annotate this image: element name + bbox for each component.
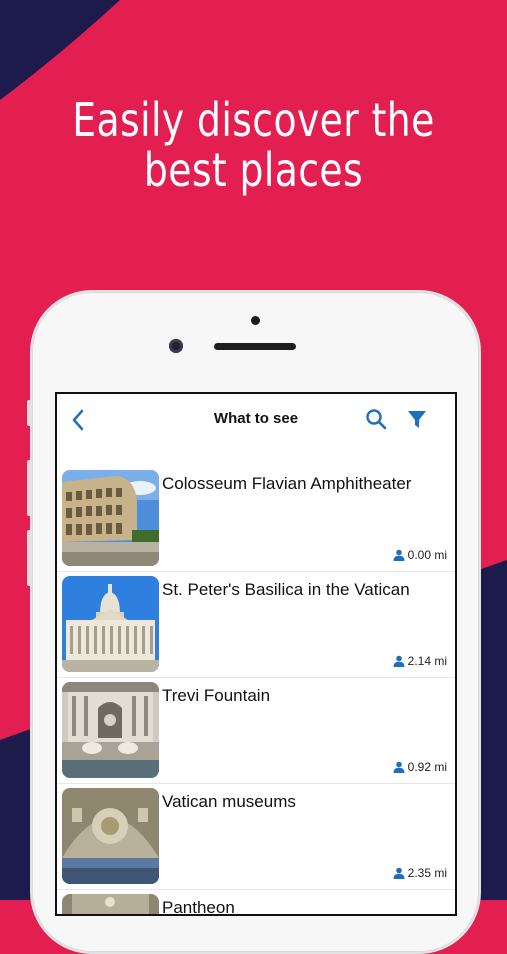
filter-icon[interactable] <box>405 406 429 432</box>
place-distance: 0.00 mi <box>393 548 447 562</box>
distance-value: 0.00 mi <box>407 548 447 562</box>
trevi-fountain-thumbnail <box>62 682 159 778</box>
list-item[interactable]: Trevi Fountain 0.92 mi <box>57 678 455 784</box>
place-name: Pantheon <box>162 898 235 916</box>
distance-value: 2.14 mi <box>407 654 447 668</box>
person-icon <box>393 549 405 561</box>
st-peters-basilica-thumbnail <box>62 576 159 672</box>
headline-line-2: best places <box>143 143 364 197</box>
place-name: Colosseum Flavian Amphitheater <box>162 474 412 493</box>
front-camera <box>169 339 183 353</box>
place-name: Trevi Fountain <box>162 686 271 705</box>
navigation-bar: What to see <box>57 394 455 446</box>
place-distance: 2.14 mi <box>393 654 447 668</box>
proximity-sensor <box>251 316 260 325</box>
promo-headline: Easily discover the best places <box>46 95 462 195</box>
headline-line-1: Easily discover the <box>72 93 435 147</box>
places-list: Colosseum Flavian Amphitheater 0.00 mi S… <box>57 466 455 916</box>
pantheon-thumbnail <box>62 894 159 914</box>
list-item[interactable]: Pantheon <box>57 890 455 916</box>
search-icon[interactable] <box>364 406 388 432</box>
vatican-museums-thumbnail <box>62 788 159 884</box>
place-distance: 2.35 mi <box>393 866 447 880</box>
list-item[interactable]: St. Peter's Basilica in the Vatican 2.14… <box>57 572 455 678</box>
page-title: What to see <box>213 410 299 427</box>
list-item[interactable]: Colosseum Flavian Amphitheater 0.00 mi <box>57 466 455 572</box>
place-name: St. Peter's Basilica in the Vatican <box>162 580 410 599</box>
list-item[interactable]: Vatican museums 2.35 mi <box>57 784 455 890</box>
app-screen: What to see Colosseum Flavian Amphitheat… <box>55 392 457 916</box>
person-icon <box>393 761 405 773</box>
distance-value: 2.35 mi <box>407 866 447 880</box>
earpiece-speaker <box>214 343 296 350</box>
person-icon <box>393 867 405 879</box>
person-icon <box>393 655 405 667</box>
distance-value: 0.92 mi <box>407 760 447 774</box>
place-distance: 0.92 mi <box>393 760 447 774</box>
place-name: Vatican museums <box>162 792 296 811</box>
colosseum-thumbnail <box>62 470 159 566</box>
